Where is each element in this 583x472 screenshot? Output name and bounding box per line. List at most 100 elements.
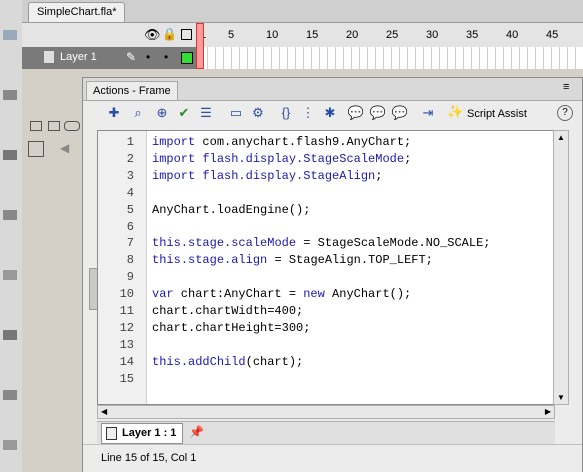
scroll-right-icon[interactable]: ▶	[545, 407, 551, 416]
timeline-header: 👁 🔒 1 5 10 15 20 25 30 35 40 45	[22, 23, 583, 48]
line-number: 12	[119, 320, 134, 335]
frame-icon	[106, 427, 117, 440]
outline-icon[interactable]	[181, 29, 192, 40]
selection-tool-icon[interactable]	[3, 30, 17, 40]
remove-comment-icon[interactable]: 💬	[391, 104, 409, 122]
code-line[interactable]: this.stage.align = StageAlign.TOP_LEFT;	[152, 253, 433, 267]
script-assist-button[interactable]: Script Assist	[467, 104, 527, 124]
line-number: 2	[126, 151, 134, 166]
timeline-layer-row: Layer 1 ✎ • •	[22, 47, 583, 70]
status-bar: Line 15 of 15, Col 1	[83, 444, 582, 472]
line-number: 3	[126, 168, 134, 183]
help-icon[interactable]: ?	[557, 105, 573, 121]
layer-script-tab[interactable]: Layer 1 : 1	[101, 423, 184, 444]
scroll-down-icon[interactable]: ▼	[557, 393, 565, 402]
frame-number: 40	[506, 29, 519, 41]
apply-block-comment-icon[interactable]: 💬	[347, 104, 365, 122]
code-line[interactable]: import com.anychart.flash9.AnyChart;	[152, 135, 411, 149]
target-path-icon[interactable]: ⊕	[153, 104, 171, 122]
actions-frame-tab[interactable]: Actions - Frame	[86, 81, 178, 100]
pin-script-icon[interactable]: 📌	[189, 425, 204, 439]
line-number: 4	[126, 185, 134, 200]
line-number: 10	[119, 287, 134, 302]
line-number: 9	[126, 270, 134, 285]
layer-name[interactable]: Layer 1	[60, 51, 97, 63]
frame-cells[interactable]	[200, 47, 583, 69]
line-number: 7	[126, 236, 134, 251]
line-number: 15	[119, 371, 134, 386]
vertical-scrollbar[interactable]: ▲ ▼	[553, 130, 569, 405]
actions-panel: Actions - Frame ≡ ✚ ⌕ ⊕ ✔ ☰ ▭ ⚙ {} ⋮ ✱ 💬…	[82, 77, 583, 472]
panel-menu-icon[interactable]: ≡	[563, 81, 569, 93]
line-number: 6	[126, 219, 134, 234]
code-line[interactable]: import flash.display.StageAlign;	[152, 169, 382, 183]
document-tab-bar: SimpleChart.fla*	[22, 0, 583, 23]
lock-icon[interactable]: 🔒	[162, 27, 177, 41]
tools-panel	[0, 0, 23, 472]
show-hide-toolbox-icon[interactable]: ⇥	[419, 104, 437, 122]
scroll-up-icon[interactable]: ▲	[557, 133, 565, 142]
align-icon[interactable]	[28, 141, 44, 157]
auto-format-icon[interactable]: ☰	[197, 104, 215, 122]
frame-number: 30	[426, 29, 439, 41]
code-line[interactable]: chart.chartHeight=300;	[152, 321, 310, 335]
pen-tool-icon[interactable]	[3, 150, 17, 160]
eraser-tool-icon[interactable]	[3, 390, 17, 400]
debug-options-icon[interactable]: ⚙	[249, 104, 267, 122]
line-number: 5	[126, 202, 134, 217]
actions-toolbar: ✚ ⌕ ⊕ ✔ ☰ ▭ ⚙ {} ⋮ ✱ 💬 💬 💬 ⇥ ✨ Script As…	[105, 102, 580, 126]
frame-number: 45	[546, 29, 559, 41]
check-syntax-icon[interactable]: ✔	[175, 104, 193, 122]
line-number: 1	[126, 135, 134, 149]
line-number: 13	[119, 337, 134, 352]
panel-button-icon[interactable]	[48, 121, 60, 131]
actions-panel-header: Actions - Frame ≡	[83, 78, 582, 101]
code-line[interactable]: this.addChild(chart);	[152, 355, 303, 369]
add-item-icon[interactable]: ✚	[105, 104, 123, 122]
back-arrow-icon[interactable]: ◀	[60, 141, 69, 155]
frame-number: 15	[306, 29, 319, 41]
code-line[interactable]: this.stage.scaleMode = StageScaleMode.NO…	[152, 236, 490, 250]
playhead[interactable]	[196, 23, 204, 69]
layer-icon	[44, 51, 54, 63]
frame-ruler[interactable]: 1 5 10 15 20 25 30 35 40 45	[200, 23, 583, 47]
code-line[interactable]: import flash.display.StageScaleMode;	[152, 152, 411, 166]
code-hint-icon[interactable]: ▭	[227, 104, 245, 122]
line-number: 8	[126, 253, 134, 268]
frame-number: 10	[266, 29, 279, 41]
eye-icon[interactable]: 👁	[144, 27, 161, 43]
layer-row[interactable]: Layer 1 ✎ • •	[22, 47, 200, 69]
script-navigator-strip: Layer 1 : 1 📌	[97, 421, 555, 444]
panel-button-icon[interactable]	[30, 121, 42, 131]
document-tab[interactable]: SimpleChart.fla*	[28, 2, 126, 22]
horizontal-scrollbar[interactable]: ◀ ▶	[97, 405, 555, 419]
apply-line-comment-icon[interactable]: 💬	[369, 104, 387, 122]
code-line[interactable]: chart.chartWidth=400;	[152, 304, 303, 318]
lock-dot-icon[interactable]: •	[164, 50, 168, 64]
wand-icon[interactable]: ✨	[447, 104, 463, 120]
layer-script-tab-label: Layer 1 : 1	[122, 427, 177, 439]
collapse-selection-icon[interactable]: ⋮	[299, 104, 317, 122]
code-line[interactable]: AnyChart.loadEngine();	[152, 203, 310, 217]
expand-all-icon[interactable]: ✱	[321, 104, 339, 122]
line-number: 11	[119, 304, 134, 318]
panel-button-icon[interactable]	[64, 121, 80, 131]
scroll-left-icon[interactable]: ◀	[101, 407, 107, 416]
frame-number: 25	[386, 29, 399, 41]
code-line[interactable]: var chart:AnyChart = new AnyChart();	[152, 287, 411, 301]
pencil-icon: ✎	[126, 50, 137, 64]
frame-number: 20	[346, 29, 359, 41]
frame-number: 5	[228, 29, 235, 41]
find-icon[interactable]: ⌕	[129, 104, 147, 122]
visible-dot-icon[interactable]: •	[146, 50, 150, 64]
collapse-between-braces-icon[interactable]: {}	[277, 104, 295, 122]
script-editor[interactable]: 1 import com.anychart.flash9.AnyChart; 2 im…	[97, 130, 555, 405]
layer-color-icon[interactable]	[181, 52, 193, 64]
text-tool-icon[interactable]	[3, 210, 17, 220]
bucket-tool-icon[interactable]	[3, 330, 17, 340]
frame-number: 35	[466, 29, 479, 41]
line-number: 14	[119, 354, 134, 369]
zoom-tool-icon[interactable]	[3, 440, 17, 450]
line-tool-icon[interactable]	[3, 90, 17, 100]
brush-tool-icon[interactable]	[3, 270, 17, 280]
